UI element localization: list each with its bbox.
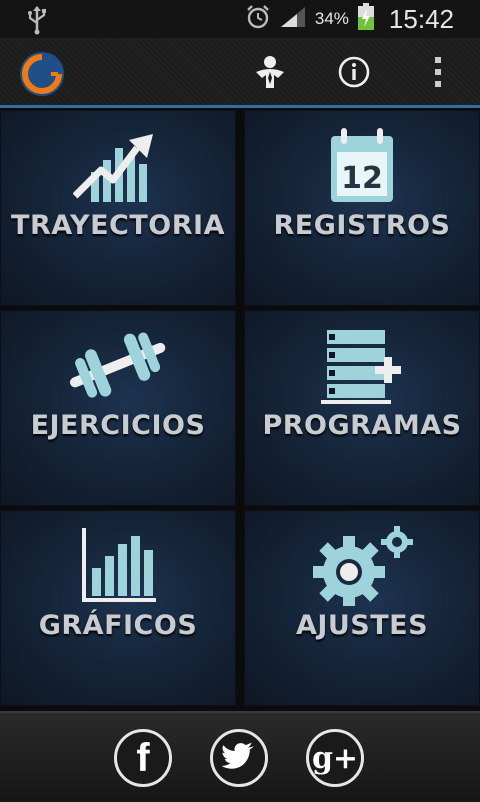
calendar-day: 12	[341, 161, 383, 196]
tile-label: GRÁFICOS	[38, 610, 198, 641]
google-plus-button[interactable]: g+	[306, 729, 364, 787]
social-bar: f g+	[0, 711, 480, 802]
bar-chart-icon	[0, 524, 236, 608]
tile-label: EJERCICIOS	[30, 410, 206, 441]
tile-trayectoria[interactable]: TRAYECTORIA	[0, 110, 236, 306]
calendar-icon: 12	[244, 124, 480, 208]
alarm-icon	[245, 4, 271, 35]
battery-percent: 34%	[314, 9, 349, 28]
facebook-icon: f	[136, 735, 150, 780]
profile-icon[interactable]	[248, 50, 292, 94]
google-plus-icon: g+	[311, 740, 359, 776]
tile-label: PROGRAMAS	[262, 410, 462, 441]
facebook-button[interactable]: f	[114, 729, 172, 787]
tile-registros[interactable]: 12 REGISTROS	[244, 110, 480, 306]
status-bar: 34% 15:42	[0, 0, 480, 38]
list-add-icon	[244, 324, 480, 408]
twitter-bird-icon	[221, 742, 256, 774]
tile-label: TRAYECTORIA	[11, 210, 225, 241]
tile-programas[interactable]: PROGRAMAS	[244, 310, 480, 506]
info-icon[interactable]	[332, 50, 376, 94]
battery-charging-icon	[357, 2, 375, 36]
action-bar	[0, 38, 480, 105]
dumbbell-icon	[0, 324, 236, 408]
usb-icon	[26, 5, 48, 40]
gears-icon	[244, 524, 480, 608]
tile-graficos[interactable]: GRÁFICOS	[0, 510, 236, 706]
twitter-button[interactable]	[210, 729, 268, 787]
trend-chart-icon	[0, 124, 236, 208]
tile-ejercicios[interactable]: EJERCICIOS	[0, 310, 236, 506]
status-time: 15:42	[388, 3, 454, 34]
tile-label: REGISTROS	[273, 210, 451, 241]
overflow-menu-icon[interactable]	[416, 50, 460, 94]
tile-label: AJUSTES	[295, 610, 429, 641]
main-menu-grid: TRAYECTORIA 12 REGISTROS EJERCICIOS PROG…	[0, 108, 480, 711]
tile-ajustes[interactable]: AJUSTES	[244, 510, 480, 706]
signal-icon	[279, 5, 307, 34]
app-logo[interactable]	[18, 50, 66, 103]
